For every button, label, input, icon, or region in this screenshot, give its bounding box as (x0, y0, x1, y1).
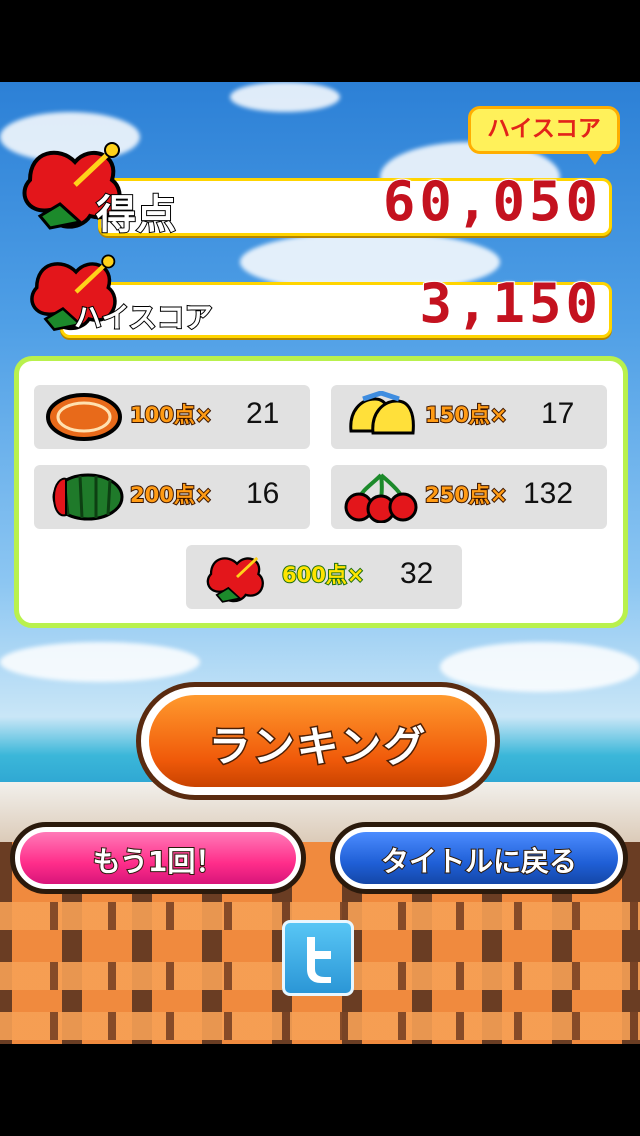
score-value: 60,050 (382, 169, 602, 234)
highscore-value: 3,150 (418, 271, 602, 336)
item-tally-panel: 100点× 21 150点× 17 200点× 16 250点× 132 600… (14, 356, 628, 628)
item-count: 132 (523, 477, 574, 510)
item-row-cherry: 250点× 132 (331, 465, 607, 529)
twitter-share-button[interactable] (282, 920, 354, 996)
item-count: 21 (246, 397, 280, 430)
hibiscus-icon (206, 556, 264, 603)
item-count: 16 (246, 477, 280, 510)
bell-icon (349, 391, 415, 435)
item-row-hibiscus: 600点× 32 (186, 545, 462, 609)
watermelon-icon (52, 473, 124, 521)
item-row-bell: 150点× 17 (331, 385, 607, 449)
ranking-button[interactable]: ランキング (136, 682, 500, 800)
score-label: 得点 (95, 191, 177, 239)
item-points: 200点× (129, 482, 213, 508)
back-to-title-button-label: タイトルに戻る (380, 844, 578, 879)
new-highscore-badge: ハイスコア (468, 106, 620, 165)
cloud (230, 82, 340, 112)
twitter-icon (307, 937, 331, 983)
coin-icon (46, 393, 122, 441)
item-points: 600点× (281, 562, 365, 588)
highscore-label: ハイスコア (73, 300, 214, 335)
cloud (0, 642, 200, 682)
game-screen: 得点 60,050 ハイスコア ハイスコア 3,150 100点× 21 150… (0, 82, 640, 1044)
item-count: 17 (541, 397, 575, 430)
back-to-title-button[interactable]: タイトルに戻る (330, 822, 628, 894)
roof-row (0, 1012, 640, 1040)
item-row-coin: 100点× 21 (34, 385, 310, 449)
cherry-icon (344, 473, 418, 523)
retry-button-label: もう1回！ (92, 844, 225, 879)
item-row-watermelon: 200点× 16 (34, 465, 310, 529)
item-points: 250点× (424, 482, 508, 508)
cloud (440, 642, 640, 692)
retry-button[interactable]: もう1回！ (10, 822, 306, 894)
item-count: 32 (400, 557, 434, 590)
item-points: 100点× (129, 402, 213, 428)
item-points: 150点× (424, 402, 508, 428)
ranking-button-label: ランキング (207, 721, 428, 773)
